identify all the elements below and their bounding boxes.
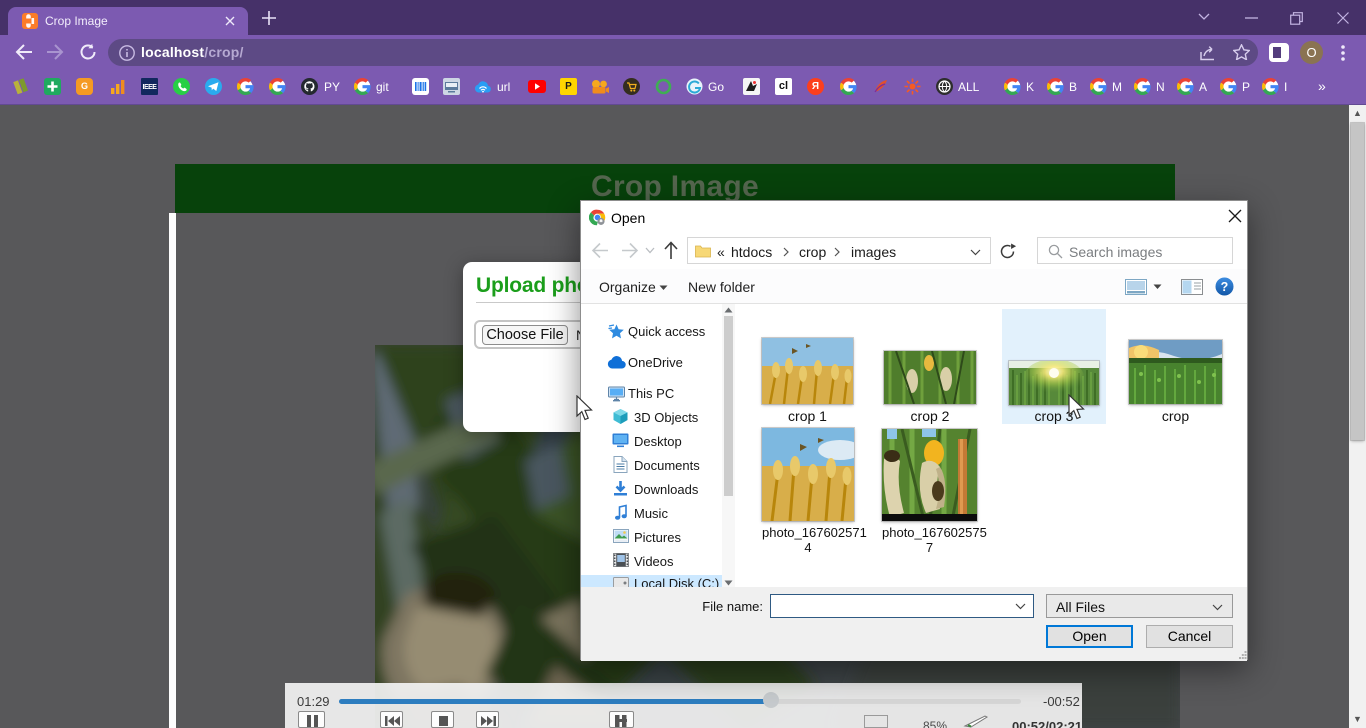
svg-text:?: ? [1221, 280, 1229, 294]
